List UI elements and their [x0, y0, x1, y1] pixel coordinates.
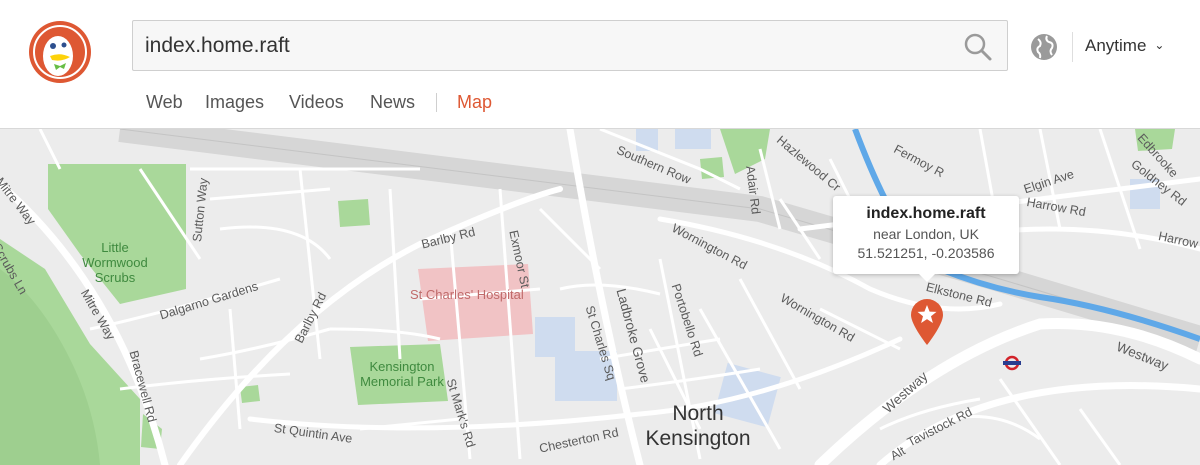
location-popup[interactable]: index.home.raft near London, UK 51.52125…: [833, 196, 1019, 282]
tab-divider: [436, 93, 437, 112]
search-input[interactable]: [145, 21, 945, 70]
area-label: North Kensington: [645, 402, 751, 450]
popup-title: index.home.raft: [866, 205, 986, 222]
map-view[interactable]: Mitre Way Scrubs Ln Sutton Way Barlby Rd…: [0, 129, 1200, 465]
globe-icon[interactable]: [1030, 33, 1058, 61]
header-divider: [1072, 32, 1073, 62]
map-pin-icon[interactable]: [909, 297, 945, 347]
tab-news[interactable]: News: [370, 92, 415, 113]
header: Anytime ⌄ Web Images Videos News Map: [0, 0, 1200, 129]
tab-web[interactable]: Web: [146, 92, 183, 113]
underground-icon: [1003, 355, 1021, 371]
hospital-label: St Charles' Hospital: [410, 287, 524, 302]
tab-map[interactable]: Map: [457, 92, 492, 113]
popup-location: near London, UK: [873, 226, 979, 242]
park-label: Kensington Memorial Park: [360, 359, 444, 389]
map-canvas: [0, 129, 1200, 465]
popup-coordinates: 51.521251, -0.203586: [857, 245, 995, 261]
chevron-down-icon: ⌄: [1154, 38, 1165, 52]
time-filter-dropdown[interactable]: Anytime ⌄: [1085, 36, 1164, 56]
building-area: [675, 129, 711, 149]
search-icon[interactable]: [963, 32, 993, 62]
park-label: Little Wormwood Scrubs: [82, 240, 148, 285]
time-filter-label: Anytime: [1085, 36, 1147, 55]
tab-images[interactable]: Images: [205, 92, 264, 113]
search-box: [132, 20, 1008, 71]
tab-videos[interactable]: Videos: [289, 92, 344, 113]
park-area: [338, 199, 370, 227]
duckduckgo-logo[interactable]: [28, 20, 92, 84]
